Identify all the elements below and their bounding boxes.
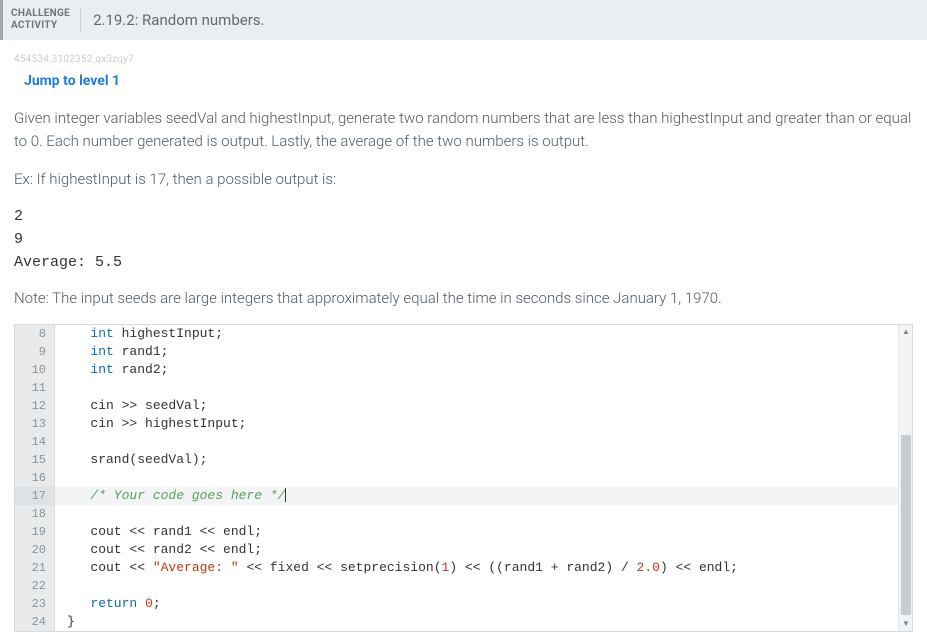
code-token: ) << endl; [660, 560, 738, 575]
challenge-header: CHALLENGE ACTIVITY 2.19.2: Random number… [0, 0, 927, 40]
code-token [137, 596, 145, 611]
code-content[interactable] [55, 505, 67, 523]
code-token: cout << [67, 560, 153, 575]
code-line[interactable]: 15 srand(seedVal); [15, 451, 912, 469]
content-area: 454534.3102352.qx3zqy7 Jump to level 1 G… [0, 40, 927, 632]
code-token [67, 596, 90, 611]
code-token: int [90, 362, 113, 377]
code-line[interactable]: 12 cin >> seedVal; [15, 397, 912, 415]
line-number: 8 [15, 325, 55, 343]
code-content[interactable]: cin >> highestInput; [55, 415, 246, 433]
code-line[interactable]: 19 cout << rand1 << endl; [15, 523, 912, 541]
line-number: 20 [15, 541, 55, 559]
code-token: << fixed << setprecision( [239, 560, 442, 575]
code-token: int [90, 344, 113, 359]
line-number: 13 [15, 415, 55, 433]
example-output: 2 9 Average: 5.5 [14, 205, 913, 275]
code-token: return [90, 596, 137, 611]
code-content[interactable] [55, 433, 67, 451]
code-content[interactable]: int rand1; [55, 343, 168, 361]
code-content[interactable]: int rand2; [55, 361, 168, 379]
scroll-thumb[interactable] [901, 435, 911, 615]
code-content[interactable]: return 0; [55, 595, 161, 613]
scroll-up-arrow-icon[interactable]: ▲ [899, 325, 913, 339]
line-number: 21 [15, 559, 55, 577]
code-token: cout << rand2 << endl; [67, 542, 262, 557]
code-content[interactable]: /* Your code goes here */ [55, 487, 286, 505]
challenge-label-line2: ACTIVITY [11, 20, 70, 32]
jump-to-level-link[interactable]: Jump to level 1 [24, 73, 913, 89]
activity-hash: 454534.3102352.qx3zqy7 [14, 54, 913, 65]
text-cursor [285, 488, 286, 502]
code-line[interactable]: 8 int highestInput; [15, 325, 912, 343]
line-number: 11 [15, 379, 55, 397]
line-number: 22 [15, 577, 55, 595]
line-number: 23 [15, 595, 55, 613]
code-line[interactable]: 10 int rand2; [15, 361, 912, 379]
code-token: } [67, 614, 75, 629]
code-line[interactable]: 16 [15, 469, 912, 487]
code-token: 2.0 [637, 560, 660, 575]
code-content[interactable]: } [55, 613, 75, 631]
example-intro: Ex: If highestInput is 17, then a possib… [14, 168, 913, 191]
code-token: ; [153, 596, 161, 611]
code-token: "Average: " [153, 560, 239, 575]
scrollbar-track[interactable]: ▲ ▼ [898, 325, 912, 631]
code-line[interactable]: 13 cin >> highestInput; [15, 415, 912, 433]
code-line[interactable]: 24} [15, 613, 912, 631]
code-token: cout << rand1 << endl; [67, 524, 262, 539]
code-token [67, 344, 90, 359]
code-line[interactable]: 14 [15, 433, 912, 451]
line-number: 9 [15, 343, 55, 361]
line-number: 18 [15, 505, 55, 523]
code-content[interactable]: cout << rand1 << endl; [55, 523, 262, 541]
line-number: 17 [15, 487, 55, 505]
code-content[interactable]: cout << "Average: " << fixed << setpreci… [55, 559, 738, 577]
code-token: /* Your code goes here */ [90, 488, 285, 503]
code-line[interactable]: 20 cout << rand2 << endl; [15, 541, 912, 559]
code-content[interactable] [55, 577, 67, 595]
challenge-label-line1: CHALLENGE [11, 8, 70, 20]
code-editor-lines[interactable]: 8 int highestInput;9 int rand1;10 int ra… [15, 325, 912, 631]
code-token: srand(seedVal); [67, 452, 207, 467]
code-token: highestInput; [114, 326, 223, 341]
challenge-title: 2.19.2: Random numbers. [81, 0, 264, 40]
code-content[interactable]: cout << rand2 << endl; [55, 541, 262, 559]
line-number: 14 [15, 433, 55, 451]
code-content[interactable]: int highestInput; [55, 325, 223, 343]
code-content[interactable]: srand(seedVal); [55, 451, 207, 469]
code-line[interactable]: 11 [15, 379, 912, 397]
scroll-down-arrow-icon[interactable]: ▼ [899, 617, 913, 631]
line-number: 10 [15, 361, 55, 379]
code-token: rand1; [114, 344, 169, 359]
code-editor[interactable]: 8 int highestInput;9 int rand1;10 int ra… [14, 324, 913, 632]
challenge-label: CHALLENGE ACTIVITY [3, 0, 80, 40]
code-token [67, 326, 90, 341]
code-token: cin >> seedVal; [67, 398, 207, 413]
code-line[interactable]: 17 /* Your code goes here */ [15, 487, 912, 505]
code-line[interactable]: 22 [15, 577, 912, 595]
code-line[interactable]: 18 [15, 505, 912, 523]
code-line[interactable]: 21 cout << "Average: " << fixed << setpr… [15, 559, 912, 577]
code-line[interactable]: 9 int rand1; [15, 343, 912, 361]
code-token [67, 362, 90, 377]
line-number: 15 [15, 451, 55, 469]
problem-note: Note: The input seeds are large integers… [14, 287, 913, 310]
line-number: 19 [15, 523, 55, 541]
code-token [67, 488, 90, 503]
code-token: rand2; [114, 362, 169, 377]
code-line[interactable]: 23 return 0; [15, 595, 912, 613]
line-number: 24 [15, 613, 55, 631]
line-number: 12 [15, 397, 55, 415]
code-token: 0 [145, 596, 153, 611]
code-token: ) << ((rand1 + rand2) / [449, 560, 636, 575]
problem-statement: Given integer variables seedVal and high… [14, 107, 913, 154]
code-content[interactable]: cin >> seedVal; [55, 397, 207, 415]
code-content[interactable] [55, 379, 67, 397]
code-content[interactable] [55, 469, 67, 487]
code-token: cin >> highestInput; [67, 416, 246, 431]
line-number: 16 [15, 469, 55, 487]
code-token: int [90, 326, 113, 341]
